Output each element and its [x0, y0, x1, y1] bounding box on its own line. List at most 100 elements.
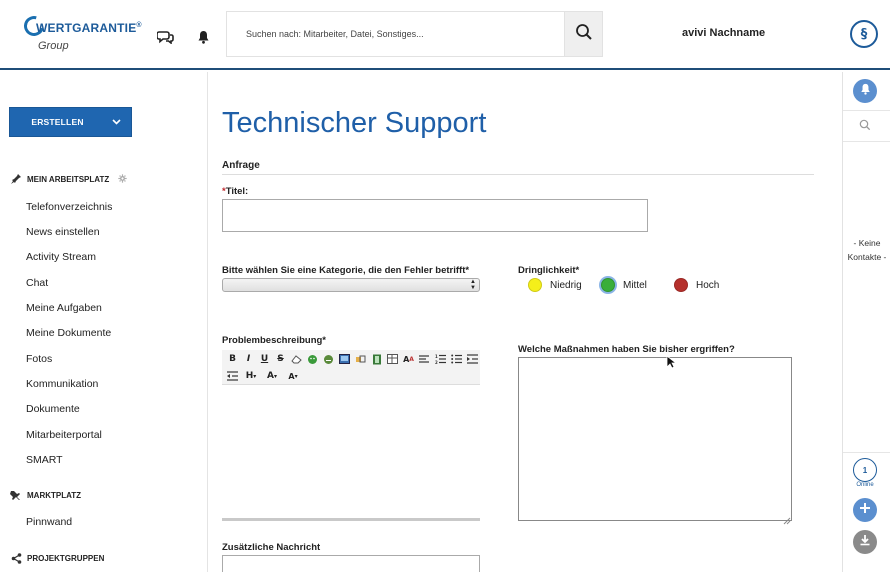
film-icon[interactable]	[370, 353, 383, 366]
title-field-label-text: Titel:	[225, 186, 249, 197]
section-marketplace[interactable]: MARKTPLATZ	[10, 489, 81, 501]
logo-registered: ®	[136, 22, 142, 29]
chat-bubbles-icon[interactable]	[156, 28, 174, 46]
section-label: Anfrage	[222, 160, 260, 171]
pin-icon	[10, 173, 22, 185]
no-contacts-text: - Keine Kontakte -	[847, 238, 887, 262]
urgency-dot-medium	[601, 278, 615, 292]
table-icon[interactable]	[386, 353, 399, 366]
search-input[interactable]	[227, 12, 565, 56]
resize-grip-icon[interactable]	[783, 512, 791, 525]
font-size-up-label: A	[267, 371, 274, 381]
download-icon	[859, 533, 871, 551]
urgency-label-high: Hoch	[696, 279, 720, 291]
link-icon[interactable]	[354, 353, 367, 366]
category-select[interactable]: ▲ ▼	[222, 278, 480, 292]
plus-icon	[859, 501, 871, 519]
section-project-groups[interactable]: PROJEKTGRUPPEN	[10, 552, 104, 564]
share-icon	[10, 552, 22, 564]
problem-editor[interactable]	[222, 385, 480, 520]
smiley-icon[interactable]	[306, 353, 319, 366]
section-title: MARKTPLATZ	[27, 490, 82, 500]
problem-label: Problembeschreibung*	[222, 335, 326, 346]
sidebar-item-documents-mine[interactable]: Meine Dokumente	[26, 327, 111, 339]
svg-text:2: 2	[435, 360, 438, 364]
sidebar-item-pinnwand[interactable]: Pinnwand	[26, 516, 72, 528]
sidebar-item-photos[interactable]: Fotos	[26, 353, 52, 365]
bell-icon[interactable]	[194, 28, 212, 46]
mouse-cursor-icon	[666, 355, 678, 374]
urgency-dot-high	[674, 278, 688, 292]
urgency-option-high[interactable]: Hoch	[674, 278, 719, 292]
online-label: Online	[856, 482, 874, 488]
ordered-list-icon[interactable]: 12	[434, 353, 447, 366]
urgency-option-medium[interactable]: Mittel	[601, 278, 647, 292]
font-size-down-button[interactable]: A ▾	[284, 370, 302, 383]
chevron-down-icon	[101, 119, 131, 125]
page-title: Technischer Support	[222, 107, 487, 139]
logo-subtext: Group	[38, 40, 69, 52]
bullet-list-icon[interactable]	[450, 353, 463, 366]
contact-search-button[interactable]	[853, 115, 877, 139]
search-button[interactable]	[564, 12, 602, 56]
emoticon-icon[interactable]	[322, 353, 335, 366]
extra-message-input[interactable]	[222, 555, 480, 572]
italic-button[interactable]: I	[242, 353, 255, 366]
title-input[interactable]	[222, 199, 648, 232]
gear-icon[interactable]	[118, 173, 127, 185]
notifications-button[interactable]	[853, 79, 877, 103]
strikethrough-button[interactable]: S	[274, 353, 287, 366]
font-size-down-dropdown-icon: ▾	[294, 372, 298, 380]
sidebar-item-news[interactable]: News einstellen	[26, 226, 100, 238]
sidebar-item-chat[interactable]: Chat	[26, 277, 48, 289]
image-icon[interactable]	[338, 353, 351, 366]
heading-button-label: H	[245, 371, 254, 381]
user-name[interactable]: avivi Nachname	[682, 27, 765, 39]
sidebar-item-telefonverzeichnis[interactable]: Telefonverzeichnis	[26, 201, 112, 213]
sidebar-item-documents[interactable]: Dokumente	[26, 403, 80, 415]
sidebar-item-tasks[interactable]: Meine Aufgaben	[26, 302, 102, 314]
measures-textarea[interactable]	[518, 357, 792, 521]
extra-message-label: Zusätzliche Nachricht	[222, 542, 321, 553]
right-rail: - Keine Kontakte - 1 Online	[842, 72, 890, 572]
rail-divider	[843, 141, 890, 142]
heading-button[interactable]: H ▾	[242, 370, 260, 383]
outdent-icon[interactable]	[226, 370, 239, 383]
search-icon	[575, 23, 593, 46]
eraser-icon[interactable]	[290, 353, 303, 366]
font-icon[interactable]: AA	[402, 353, 415, 366]
create-button[interactable]: ERSTELLEN	[9, 107, 132, 137]
sidebar-item-smart[interactable]: SMART	[26, 454, 63, 466]
align-icon[interactable]	[418, 353, 431, 366]
left-sidebar: ERSTELLEN MEIN ARBEITSPLATZ Telefonverze…	[0, 72, 208, 572]
search-icon	[859, 118, 871, 136]
global-search	[226, 11, 603, 57]
bell-icon	[860, 82, 871, 100]
rail-divider	[843, 452, 890, 453]
bold-button[interactable]: B	[226, 353, 239, 366]
svg-text:1: 1	[435, 354, 438, 359]
section-my-workplace[interactable]: MEIN ARBEITSPLATZ	[10, 173, 127, 185]
add-contact-button[interactable]	[853, 498, 877, 522]
section-title: MEIN ARBEITSPLATZ	[27, 174, 110, 184]
sidebar-item-employee-portal[interactable]: Mitarbeiterportal	[26, 429, 102, 441]
font-size-up-button[interactable]: A ▾	[263, 370, 281, 383]
sidebar-item-activity-stream[interactable]: Activity Stream	[26, 251, 96, 263]
heading-dropdown-icon: ▾	[253, 372, 257, 380]
urgency-option-low[interactable]: Niedrig	[528, 278, 582, 292]
wertgarantie-logo[interactable]: WERTGARANTIE® Group	[20, 12, 142, 54]
main-content: Technischer Support Anfrage *Titel: Bitt…	[209, 72, 841, 572]
underline-button[interactable]: U	[258, 353, 271, 366]
download-button[interactable]	[853, 530, 877, 554]
section-divider	[222, 174, 814, 175]
urgency-label-low: Niedrig	[550, 279, 582, 291]
paragraph-button[interactable]: §	[850, 20, 878, 48]
pushpin-icon	[10, 489, 22, 501]
online-count-badge[interactable]: 1	[853, 458, 877, 482]
rail-divider	[843, 110, 890, 111]
sidebar-item-communication[interactable]: Kommunikation	[26, 378, 98, 390]
urgency-dot-low	[528, 278, 542, 292]
editor-toolbar: B I U S AA 12 H ▾ A ▾ A ▾	[222, 350, 480, 385]
indent-icon[interactable]	[466, 353, 479, 366]
measures-label: Welche Maßnahmen haben Sie bisher ergrif…	[518, 344, 735, 355]
